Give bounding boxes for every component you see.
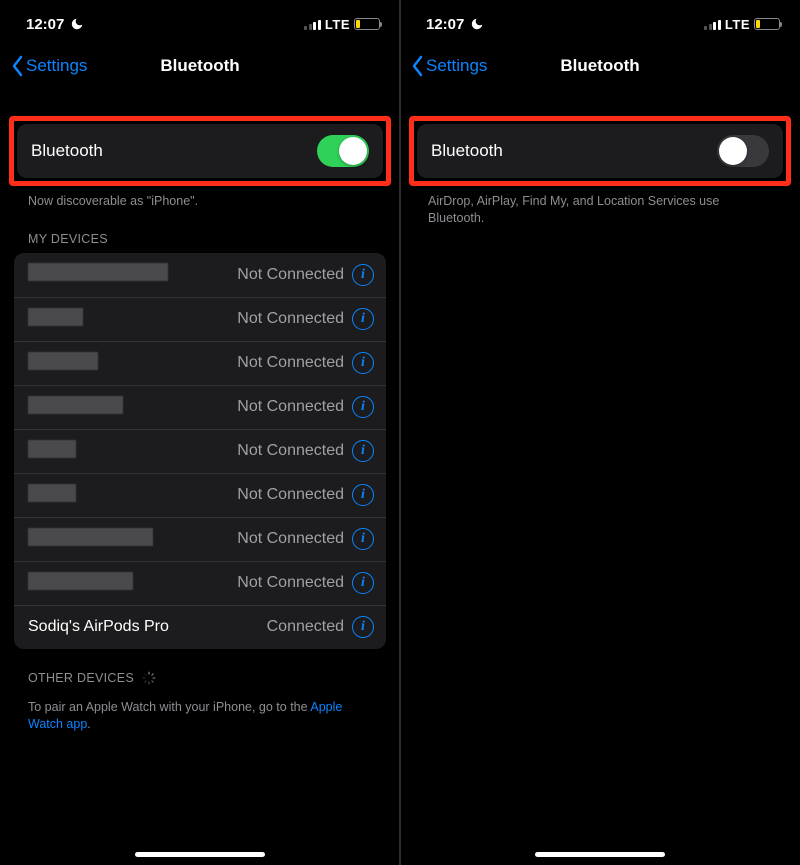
highlight-box: Bluetooth: [409, 116, 791, 186]
device-status: Not Connected: [237, 354, 344, 372]
bluetooth-off-note: AirDrop, AirPlay, Find My, and Location …: [400, 186, 800, 227]
device-name-redacted: [28, 440, 76, 458]
device-row[interactable]: Not Connected i: [14, 517, 386, 561]
screen-bluetooth-off: 12:07 LTE Settings Bluetooth Bluetooth: [400, 0, 800, 865]
info-icon[interactable]: i: [352, 440, 374, 462]
battery-icon: [354, 18, 380, 30]
device-row[interactable]: Not Connected i: [14, 297, 386, 341]
device-row[interactable]: Not Connected i: [14, 561, 386, 605]
info-icon[interactable]: i: [352, 484, 374, 506]
battery-icon: [754, 18, 780, 30]
cellular-signal-icon: [704, 18, 721, 30]
do-not-disturb-icon: [470, 17, 484, 31]
my-devices-list: Not ConnectediNot ConnectediNot Connecte…: [14, 253, 386, 649]
cellular-signal-icon: [304, 18, 321, 30]
device-name-redacted: [28, 528, 153, 546]
discoverable-note: Now discoverable as "iPhone".: [0, 186, 400, 210]
device-row[interactable]: Not Connected i: [14, 341, 386, 385]
page-title: Bluetooth: [400, 56, 800, 76]
device-row[interactable]: Not Connected i: [14, 429, 386, 473]
device-status: Not Connected: [237, 398, 344, 416]
device-name: Sodiq's AirPods Pro: [28, 618, 267, 636]
device-status: Connected: [267, 618, 344, 636]
device-row[interactable]: Not Connected i: [14, 253, 386, 297]
status-bar: 12:07 LTE: [0, 0, 400, 44]
info-icon[interactable]: i: [352, 616, 374, 638]
home-indicator[interactable]: [135, 852, 265, 857]
device-name-redacted: [28, 572, 133, 590]
status-time: 12:07: [26, 16, 64, 33]
network-type: LTE: [725, 17, 750, 32]
nav-bar: Settings Bluetooth: [400, 44, 800, 88]
device-status: Not Connected: [237, 486, 344, 504]
device-status: Not Connected: [237, 574, 344, 592]
screen-bluetooth-on: 12:07 LTE Settings Bluetooth Bluetooth: [0, 0, 400, 865]
bluetooth-toggle[interactable]: [317, 135, 369, 167]
bluetooth-toggle-label: Bluetooth: [31, 141, 103, 161]
info-icon[interactable]: i: [352, 308, 374, 330]
status-bar: 12:07 LTE: [400, 0, 800, 44]
device-name-redacted: [28, 352, 98, 370]
bluetooth-toggle-row[interactable]: Bluetooth: [417, 124, 783, 178]
device-status: Not Connected: [237, 530, 344, 548]
info-icon[interactable]: i: [352, 264, 374, 286]
highlight-box: Bluetooth: [9, 116, 391, 186]
bluetooth-toggle-row[interactable]: Bluetooth: [17, 124, 383, 178]
device-row[interactable]: Not Connected i: [14, 473, 386, 517]
home-indicator[interactable]: [535, 852, 665, 857]
device-name-redacted: [28, 308, 83, 326]
bluetooth-toggle-label: Bluetooth: [431, 141, 503, 161]
device-row[interactable]: Sodiq's AirPods ProConnected i: [14, 605, 386, 649]
info-icon[interactable]: i: [352, 528, 374, 550]
pair-watch-note: To pair an Apple Watch with your iPhone,…: [0, 692, 400, 733]
device-name-redacted: [28, 263, 168, 281]
other-devices-header: OTHER DEVICES: [0, 649, 400, 692]
network-type: LTE: [325, 17, 350, 32]
info-icon[interactable]: i: [352, 572, 374, 594]
screen-divider: [399, 0, 401, 865]
nav-bar: Settings Bluetooth: [0, 44, 400, 88]
info-icon[interactable]: i: [352, 396, 374, 418]
my-devices-header: MY DEVICES: [0, 210, 400, 253]
device-row[interactable]: Not Connected i: [14, 385, 386, 429]
page-title: Bluetooth: [0, 56, 400, 76]
device-name-redacted: [28, 396, 123, 414]
info-icon[interactable]: i: [352, 352, 374, 374]
bluetooth-toggle[interactable]: [717, 135, 769, 167]
device-status: Not Connected: [237, 442, 344, 460]
status-time: 12:07: [426, 16, 464, 33]
device-status: Not Connected: [237, 266, 344, 284]
do-not-disturb-icon: [70, 17, 84, 31]
spinner-icon: [142, 671, 156, 685]
device-name-redacted: [28, 484, 76, 502]
device-status: Not Connected: [237, 310, 344, 328]
